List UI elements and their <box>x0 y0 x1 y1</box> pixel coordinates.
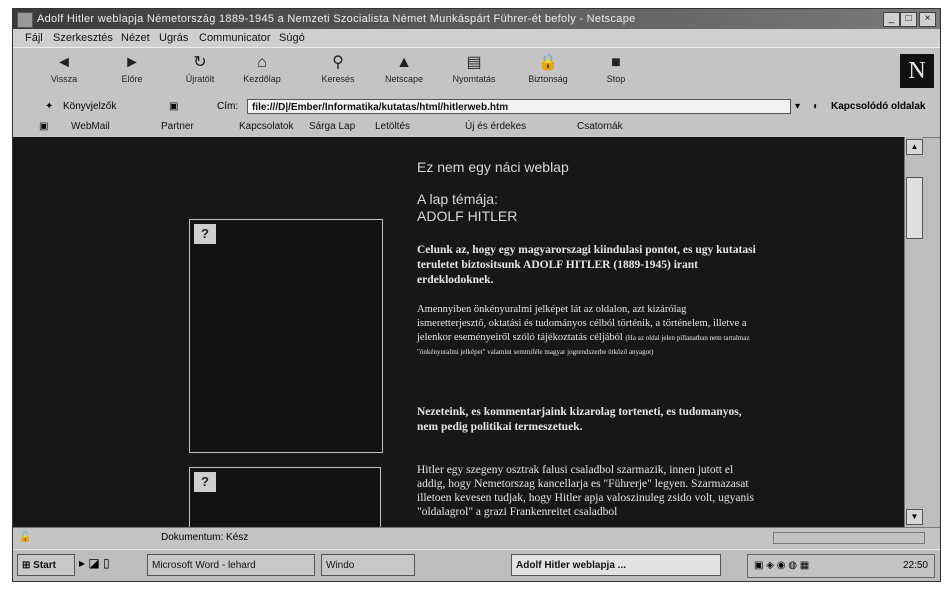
page-content: ? ? Ez nem egy náci weblap A lap témája:… <box>13 137 904 527</box>
bookmarks-button[interactable]: Könyvjelzők <box>63 97 116 117</box>
scroll-up-icon[interactable]: ▲ <box>906 139 923 155</box>
taskbar-windows[interactable]: Windo <box>321 554 415 576</box>
scroll-thumb[interactable] <box>906 177 923 239</box>
home-button[interactable]: ⌂ Kezdőlap <box>233 50 291 94</box>
views-paragraph: Nezeteink, es kommentarjaink kizarolag t… <box>417 406 742 433</box>
image-placeholder: ? <box>189 467 381 527</box>
related-links-button[interactable]: Kapcsolódó oldalak <box>831 97 925 117</box>
netscape-icon: ▲ <box>396 54 412 71</box>
back-arrow-icon: ◄ <box>56 54 72 71</box>
menu-go[interactable]: Ugrás <box>159 29 188 47</box>
start-button[interactable]: ⊞ Start <box>17 554 75 576</box>
windows-logo-icon: ⊞ <box>22 560 34 571</box>
stop-button[interactable]: ■ Stop <box>587 50 645 94</box>
stop-label: Stop <box>606 74 626 84</box>
window-title: Adolf Hitler weblapja Németország 1889-1… <box>37 13 636 25</box>
system-tray: ▣ ◈ ◉ ◍ ▦ 22:50 <box>747 554 935 578</box>
start-label: Start <box>33 560 56 571</box>
menu-bar: Fájl Szerkesztés Nézet Ugrás Communicato… <box>13 29 940 47</box>
biography-paragraph: Hitler egy szegeny osztrak falusi csalad… <box>417 464 754 518</box>
windows-taskbar: ⊞ Start ▸ ◪ ▯ Microsoft Word - lehard Wi… <box>13 549 940 581</box>
personal-channels[interactable]: Csatornák <box>577 117 623 137</box>
title-bar[interactable]: Adolf Hitler weblapja Németország 1889-1… <box>13 9 940 29</box>
image-placeholder: ? <box>189 219 383 453</box>
broken-image-icon: ? <box>194 224 216 244</box>
page-heading: Ez nem egy náci weblap <box>417 159 569 175</box>
security-label: Biztonság <box>528 74 568 84</box>
location-label: Cím: <box>217 101 239 112</box>
close-button[interactable]: × <box>919 12 936 27</box>
personal-yellow-pages[interactable]: Sárga Lap <box>309 117 355 137</box>
home-icon: ⌂ <box>257 54 267 71</box>
personal-toolbar: ▣ WebMail Partner Kapcsolatok Sárga Lap … <box>13 117 940 138</box>
menu-communicator[interactable]: Communicator <box>199 29 271 47</box>
print-icon: ▤ <box>466 54 482 71</box>
netscape-logo[interactable]: N <box>900 54 934 88</box>
topic-title: ADOLF HITLER <box>417 208 518 224</box>
quick-launch-icons[interactable]: ▸ ◪ ▯ <box>79 556 110 570</box>
related-icon[interactable]: ◐ <box>813 97 819 117</box>
status-text: Dokumentum: Kész <box>161 532 249 543</box>
search-button[interactable]: ⚲ Keresés <box>309 50 367 94</box>
netscape-window: Adolf Hitler weblapja Németország 1889-1… <box>12 8 941 582</box>
netscape-app-icon <box>17 12 33 28</box>
vertical-scrollbar[interactable]: ▲ ▼ <box>904 137 923 527</box>
url-field[interactable]: file:///D|/Ember/Informatika/kutatas/htm… <box>247 99 791 114</box>
print-button[interactable]: ▤ Nyomtatás <box>445 50 503 94</box>
tray-icons[interactable]: ▣ ◈ ◉ ◍ ▦ <box>754 555 809 577</box>
bookmarks-icon[interactable]: ✦ <box>45 97 53 117</box>
menu-help[interactable]: Súgó <box>279 29 305 47</box>
component-bar[interactable] <box>773 532 925 544</box>
search-icon: ⚲ <box>332 54 344 71</box>
personal-contacts[interactable]: Kapcsolatok <box>239 117 293 137</box>
forward-button[interactable]: ► Előre <box>103 50 161 94</box>
security-status-icon[interactable]: 🔓 <box>19 528 31 548</box>
taskbar-word[interactable]: Microsoft Word - lehard <box>147 554 315 576</box>
netscape-label: Netscape <box>384 74 424 84</box>
minimize-button[interactable]: _ <box>883 12 900 27</box>
taskbar-netscape[interactable]: Adolf Hitler weblapja ... <box>511 554 721 576</box>
url-dropdown-icon[interactable]: ▾ <box>795 97 800 117</box>
navigation-toolbar: ◄ Vissza ► Előre ↻ Újratölt ⌂ Kezdőlap ⚲… <box>13 47 940 99</box>
status-bar: 🔓 Dokumentum: Kész <box>13 527 940 548</box>
location-icon[interactable]: ▣ <box>169 97 178 117</box>
home-label: Kezdőlap <box>243 74 281 84</box>
broken-image-icon: ? <box>194 472 216 492</box>
personal-new-and-cool[interactable]: Új és érdekes <box>465 117 526 137</box>
personal-download[interactable]: Letöltés <box>375 117 410 137</box>
forward-label: Előre <box>121 74 143 84</box>
menu-view[interactable]: Nézet <box>121 29 150 47</box>
security-button[interactable]: 🔒 Biztonság <box>519 50 577 94</box>
location-toolbar: ✦ Könyvjelzők ▣ Cím: file:///D|/Ember/In… <box>13 97 940 117</box>
personal-webmail[interactable]: WebMail <box>71 117 110 137</box>
clock: 22:50 <box>902 560 928 571</box>
stop-icon: ■ <box>611 54 621 71</box>
reload-label: Újratölt <box>185 74 215 84</box>
netscape-button[interactable]: ▲ Netscape <box>375 50 433 94</box>
back-label: Vissza <box>50 74 78 84</box>
lock-icon: 🔒 <box>538 54 558 71</box>
print-label: Nyomtatás <box>452 74 496 84</box>
intro-paragraph: Celunk az, hogy egy magyarorszagi kiindu… <box>417 244 756 286</box>
back-button[interactable]: ◄ Vissza <box>35 50 93 94</box>
topic-label: A lap témája: <box>417 191 498 207</box>
symbol-disclaimer: Amennyiben önkényuralmi jelképet lát az … <box>417 303 757 359</box>
personal-partner[interactable]: Partner <box>161 117 194 137</box>
forward-arrow-icon: ► <box>124 54 140 71</box>
reload-icon: ↻ <box>193 54 207 71</box>
search-label: Keresés <box>321 74 355 84</box>
menu-file[interactable]: Fájl <box>25 29 43 47</box>
reload-button[interactable]: ↻ Újratölt <box>171 50 229 94</box>
menu-edit[interactable]: Szerkesztés <box>53 29 113 47</box>
maximize-button[interactable]: □ <box>900 12 917 27</box>
bookmark-icon: ▣ <box>39 121 49 132</box>
scroll-down-icon[interactable]: ▼ <box>906 509 923 525</box>
